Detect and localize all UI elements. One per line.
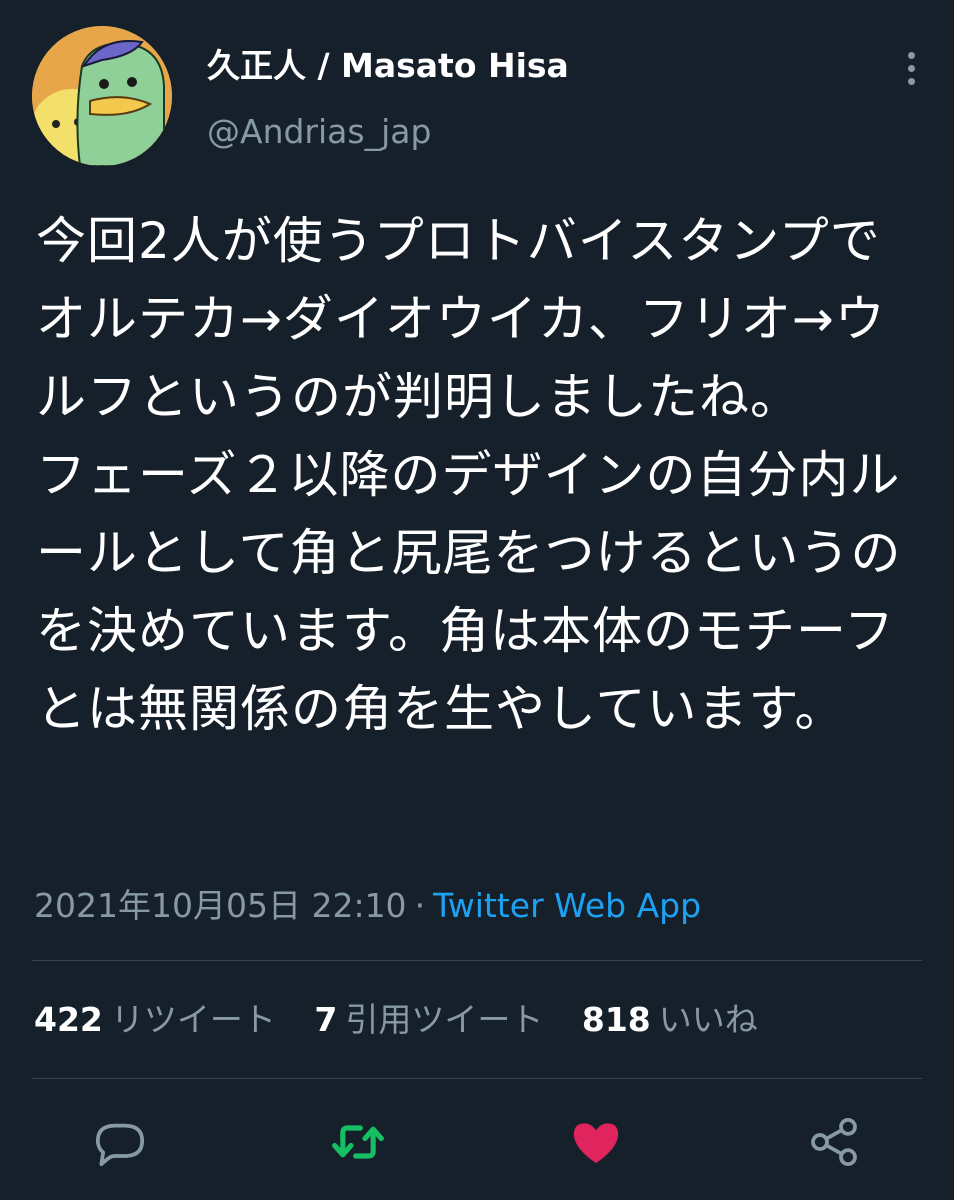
tweet-actions <box>0 1110 954 1174</box>
quotes-label: 引用ツイート <box>345 1000 544 1039</box>
user-handle[interactable]: @Andrias_jap <box>207 112 569 152</box>
tweet-meta: 2021年10月05日 22:10 · Twitter Web App <box>34 884 701 928</box>
retweets-count: 422 <box>34 1000 103 1039</box>
retweets-stat[interactable]: 422 リツイート <box>34 998 276 1042</box>
divider <box>32 960 922 961</box>
quotes-stat[interactable]: 7 引用ツイート <box>314 998 543 1042</box>
heart-icon <box>573 1123 619 1163</box>
avatar[interactable] <box>32 26 172 166</box>
retweets-label: リツイート <box>110 1000 276 1039</box>
likes-count: 818 <box>581 1000 651 1039</box>
tweet-timestamp[interactable]: 2021年10月05日 22:10 <box>34 886 407 925</box>
quotes-count: 7 <box>314 1000 338 1039</box>
likes-stat[interactable]: 818 いいね <box>582 998 758 1042</box>
reply-button[interactable] <box>88 1110 152 1174</box>
like-button[interactable] <box>564 1110 628 1174</box>
share-icon <box>811 1117 857 1167</box>
meta-separator: · <box>414 886 426 925</box>
tweet-stats: 422 リツイート 7 引用ツイート 818 いいね <box>34 998 786 1042</box>
display-name[interactable]: 久正人 / Masato Hisa <box>207 46 569 86</box>
tweet-source-link[interactable]: Twitter Web App <box>433 886 701 925</box>
reply-icon <box>95 1123 145 1167</box>
divider <box>32 1078 922 1079</box>
retweet-button[interactable] <box>326 1110 390 1174</box>
share-button[interactable] <box>802 1110 866 1174</box>
more-vertical-icon[interactable] <box>902 52 920 88</box>
tweet-header: 久正人 / Masato Hisa @Andrias_jap <box>32 26 922 170</box>
avatar-illustration <box>32 26 172 166</box>
likes-label: いいね <box>658 1000 758 1039</box>
retweet-icon <box>332 1125 384 1159</box>
author-names: 久正人 / Masato Hisa @Andrias_jap <box>207 46 569 152</box>
tweet-text: 今回2人が使うプロトバイスタンプでオルテカ→ダイオウイカ、フリオ→ウルフというの… <box>36 212 902 738</box>
